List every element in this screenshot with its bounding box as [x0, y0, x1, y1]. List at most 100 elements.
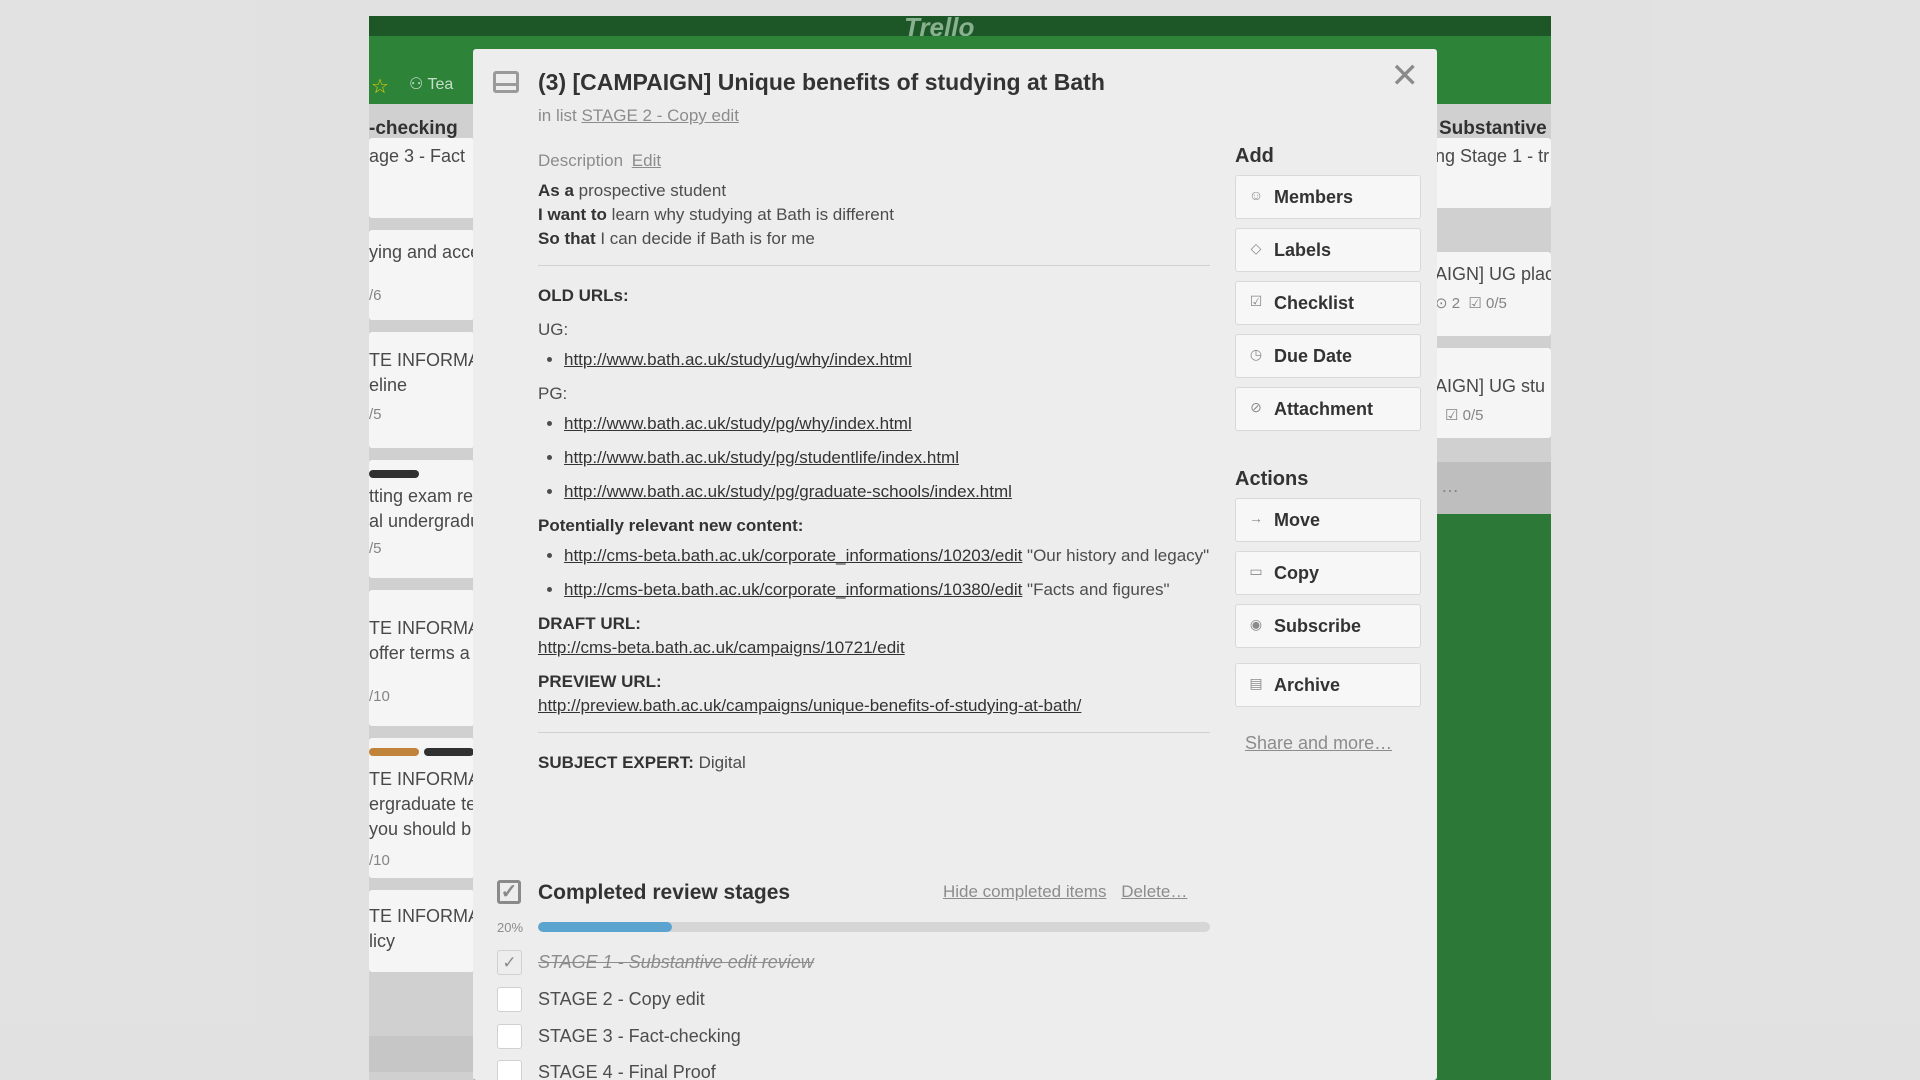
button-label: Archive: [1274, 675, 1341, 695]
story-text: prospective student: [573, 181, 727, 200]
in-list-line: in list STAGE 2 - Copy edit: [538, 106, 739, 126]
card-icon: [493, 71, 519, 93]
ug-links-list: http://www.bath.ac.uk/study/ug/why/index…: [564, 348, 1210, 372]
description-label: Description: [538, 151, 624, 170]
checkbox-icon: ☑: [1249, 293, 1263, 309]
url-link[interactable]: http://www.bath.ac.uk/study/ug/why/index…: [564, 350, 912, 369]
old-urls-heading: OLD URLs:: [538, 286, 629, 305]
story-keyword: I want to: [538, 205, 607, 224]
new-content-list: http://cms-beta.bath.ac.uk/corporate_inf…: [564, 544, 1210, 602]
hide-completed-link[interactable]: Hide completed items: [943, 882, 1106, 901]
move-button[interactable]: → Move: [1235, 498, 1421, 542]
attachment-button[interactable]: ⊘ Attachment: [1235, 387, 1421, 431]
copy-button[interactable]: ▭ Copy: [1235, 551, 1421, 595]
checklist-icon: ✓: [497, 880, 521, 904]
pg-links-list: http://www.bath.ac.uk/study/pg/why/index…: [564, 412, 1210, 504]
url-link[interactable]: http://www.bath.ac.uk/study/pg/graduate-…: [564, 482, 1012, 501]
checklist-button[interactable]: ☑ Checklist: [1235, 281, 1421, 325]
button-label: Attachment: [1274, 399, 1374, 419]
archive-button[interactable]: ▤ Archive: [1235, 663, 1421, 707]
ug-label: UG:: [538, 320, 569, 339]
checkbox-checked[interactable]: ✓: [497, 950, 522, 975]
close-icon[interactable]: ✕: [1391, 59, 1420, 93]
checklist-title[interactable]: Completed review stages: [538, 881, 790, 905]
pg-label: PG:: [538, 384, 568, 403]
story-line: As a prospective student: [538, 179, 1210, 203]
checkbox[interactable]: [497, 987, 522, 1012]
paperclip-icon: ⊘: [1250, 399, 1262, 415]
card-title[interactable]: (3) [CAMPAIGN] Unique benefits of studyi…: [538, 69, 1105, 96]
story-line: So that I can decide if Bath is for me: [538, 227, 1210, 251]
due-date-button[interactable]: ◷ Due Date: [1235, 334, 1421, 378]
labels-button[interactable]: ◇ Labels: [1235, 228, 1421, 272]
card-copy-icon: ▭: [1249, 563, 1263, 579]
link-caption: "Facts and figures": [1022, 580, 1170, 599]
list-name-link[interactable]: STAGE 2 - Copy edit: [581, 106, 738, 125]
draft-url-link[interactable]: http://cms-beta.bath.ac.uk/campaigns/107…: [538, 638, 905, 657]
progress-fill: [538, 922, 673, 932]
story-text: learn why studying at Bath is different: [606, 205, 894, 224]
subscribe-button[interactable]: ◉ Subscribe: [1235, 604, 1421, 648]
story-line: I want to learn why studying at Bath is …: [538, 203, 1210, 227]
arrow-right-icon: →: [1249, 510, 1263, 526]
checkbox[interactable]: [497, 1024, 522, 1049]
checklist-item[interactable]: ✓ STAGE 1 - Substantive edit review: [497, 950, 1197, 980]
add-heading: Add: [1235, 145, 1274, 167]
checklist-item-label: STAGE 2 - Copy edit: [538, 989, 705, 1009]
button-label: Members: [1274, 187, 1354, 207]
card-detail-modal: ✕ (3) [CAMPAIGN] Unique benefits of stud…: [473, 49, 1437, 1080]
checklist-item[interactable]: STAGE 2 - Copy edit: [497, 987, 1197, 1017]
divider: [538, 265, 1210, 266]
url-link[interactable]: http://cms-beta.bath.ac.uk/corporate_inf…: [564, 580, 1022, 599]
draft-url-heading: DRAFT URL:: [538, 614, 641, 633]
url-link[interactable]: http://cms-beta.bath.ac.uk/corporate_inf…: [564, 546, 1022, 565]
delete-checklist-link[interactable]: Delete…: [1121, 882, 1187, 901]
preview-url-link[interactable]: http://preview.bath.ac.uk/campaigns/uniq…: [538, 696, 1081, 715]
edit-description-link[interactable]: Edit: [632, 151, 661, 170]
description-header: Description Edit: [538, 149, 1210, 179]
list-item: http://www.bath.ac.uk/study/ug/why/index…: [564, 348, 1210, 372]
share-and-more-link[interactable]: Share and more…: [1245, 733, 1423, 754]
button-label: Move: [1274, 510, 1321, 530]
checklist-item-label: STAGE 1 - Substantive edit review: [538, 952, 814, 972]
checklist-item[interactable]: STAGE 3 - Fact-checking: [497, 1024, 1197, 1054]
button-label: Due Date: [1274, 346, 1353, 366]
checklist-item-label: STAGE 4 - Final Proof: [538, 1062, 716, 1080]
subject-expert-label: SUBJECT EXPERT:: [538, 753, 694, 772]
list-item: http://cms-beta.bath.ac.uk/corporate_inf…: [564, 578, 1210, 602]
eye-icon: ◉: [1249, 616, 1263, 632]
story-keyword: So that: [538, 229, 596, 248]
list-item: http://www.bath.ac.uk/study/pg/why/index…: [564, 412, 1210, 436]
members-button[interactable]: ☺ Members: [1235, 175, 1421, 219]
preview-url-heading: PREVIEW URL:: [538, 672, 662, 691]
link-caption: "Our history and legacy": [1022, 546, 1210, 565]
checklist-percent: 20%: [497, 920, 524, 935]
tag-icon: ◇: [1250, 240, 1262, 256]
list-item: http://www.bath.ac.uk/study/pg/graduate-…: [564, 480, 1210, 504]
url-link[interactable]: http://www.bath.ac.uk/study/pg/why/index…: [564, 414, 912, 433]
url-link[interactable]: http://www.bath.ac.uk/study/pg/studentli…: [564, 448, 959, 467]
checklist-actions: Hide completed items Delete…: [943, 882, 1197, 902]
archive-icon: ▤: [1249, 675, 1263, 691]
checklist-item[interactable]: STAGE 4 - Final Proof: [497, 1060, 1197, 1080]
story-text: I can decide if Bath is for me: [595, 229, 815, 248]
story-keyword: As a: [538, 181, 574, 200]
card-sidebar: Add ☺ Members ◇ Labels ☑ Checklist ◷ Due Dat…: [1235, 145, 1423, 754]
button-label: Subscribe: [1274, 616, 1362, 636]
actions-heading: Actions: [1235, 468, 1309, 490]
clock-icon: ◷: [1249, 346, 1263, 362]
divider: [538, 732, 1210, 733]
card-main-column: Description Edit As a prospective studen…: [538, 149, 1210, 775]
subject-expert-value: Digital: [693, 753, 746, 772]
new-content-heading: Potentially relevant new content:: [538, 516, 804, 535]
list-item: http://cms-beta.bath.ac.uk/corporate_inf…: [564, 544, 1210, 568]
user-story: As a prospective student I want to learn…: [538, 179, 1210, 251]
checkbox[interactable]: [497, 1060, 522, 1080]
subject-expert-line: SUBJECT EXPERT: Digital: [538, 751, 1210, 775]
checklist-item-label: STAGE 3 - Fact-checking: [538, 1026, 741, 1046]
in-list-prefix: in list: [538, 106, 577, 125]
button-label: Checklist: [1274, 293, 1355, 313]
person-icon: ☺: [1248, 187, 1264, 203]
button-label: Copy: [1274, 563, 1319, 583]
checklist-progress-bar: [538, 922, 1210, 932]
